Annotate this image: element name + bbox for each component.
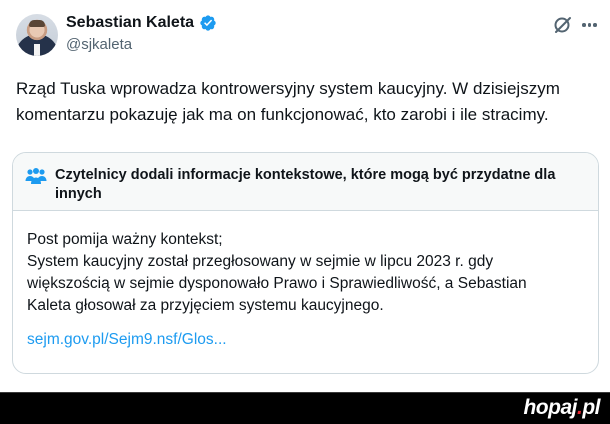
community-note-line: Post pomija ważny kontekst; xyxy=(27,231,223,248)
more-options-icon[interactable] xyxy=(582,23,597,27)
site-logo: hopaj.pl xyxy=(523,396,600,420)
avatar-hair xyxy=(29,20,45,27)
community-note-line: System kaucyjny został przegłosowany w s… xyxy=(27,253,494,270)
logo-text: hopaj xyxy=(523,396,577,419)
avatar-collar xyxy=(34,44,40,56)
community-note-body: Post pomija ważny kontekst; System kaucy… xyxy=(27,229,587,317)
author-handle[interactable]: @sjkaleta xyxy=(66,36,132,53)
watermark-bar: hopaj.pl xyxy=(0,392,610,424)
community-note-header: Czytelnicy dodali informacje kontekstowe… xyxy=(13,153,598,211)
people-icon xyxy=(25,167,47,185)
tweet-text-line: komentarzu pokazuję jak ma on funkcjonow… xyxy=(16,105,549,124)
community-note-title: Czytelnicy dodali informacje kontekstowe… xyxy=(55,166,575,204)
community-note-title-line: innych xyxy=(55,186,102,202)
tweet-text: Rząd Tuska wprowadza kontrowersyjny syst… xyxy=(16,76,601,128)
logo-suffix: pl xyxy=(582,396,600,419)
author-name[interactable]: Sebastian Kaleta xyxy=(66,14,194,32)
verified-badge-icon xyxy=(199,14,217,32)
community-note-line: Kaleta głosował za przyjęciem systemu ka… xyxy=(27,297,384,314)
community-note-line: większością w sejmie dysponowało Prawo i… xyxy=(27,275,527,292)
source-link[interactable]: sejm.gov.pl/Sejm9.nsf/Glos... xyxy=(27,331,227,349)
avatar[interactable] xyxy=(16,14,58,56)
author-name-row: Sebastian Kaleta xyxy=(66,14,217,32)
tweet-card: Sebastian Kaleta @sjkaleta Rząd Tuska wp… xyxy=(0,0,610,392)
divider xyxy=(0,392,610,393)
community-note: Czytelnicy dodali informacje kontekstowe… xyxy=(12,152,599,374)
grok-icon[interactable] xyxy=(553,15,573,35)
community-note-title-line: Czytelnicy dodali informacje kontekstowe… xyxy=(55,167,556,183)
tweet-text-line: Rząd Tuska wprowadza kontrowersyjny syst… xyxy=(16,79,560,98)
